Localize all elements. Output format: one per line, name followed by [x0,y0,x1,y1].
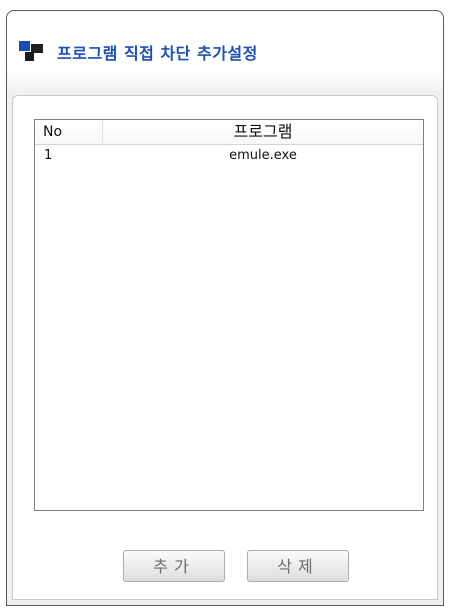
dialog-window: 프로그램 직접 차단 추가설정 No 프로그램 1 emule.exe 추가 삭… [6,10,444,606]
row-number: 1 [44,148,53,163]
add-button[interactable]: 추가 [123,550,225,582]
title-bar: 프로그램 직접 차단 추가설정 [7,11,443,91]
column-header-program[interactable]: 프로그램 [103,120,423,144]
column-header-no[interactable]: No [35,120,103,144]
delete-button[interactable]: 삭제 [247,550,349,582]
program-list[interactable]: No 프로그램 1 emule.exe [34,119,424,511]
content-panel: No 프로그램 1 emule.exe 추가 삭제 [12,95,438,600]
list-item[interactable]: 1 emule.exe [35,145,423,167]
app-window-icon [19,41,45,63]
list-header: No 프로그램 [35,120,423,145]
row-program-name: emule.exe [229,148,297,163]
window-title: 프로그램 직접 차단 추가설정 [57,44,258,63]
